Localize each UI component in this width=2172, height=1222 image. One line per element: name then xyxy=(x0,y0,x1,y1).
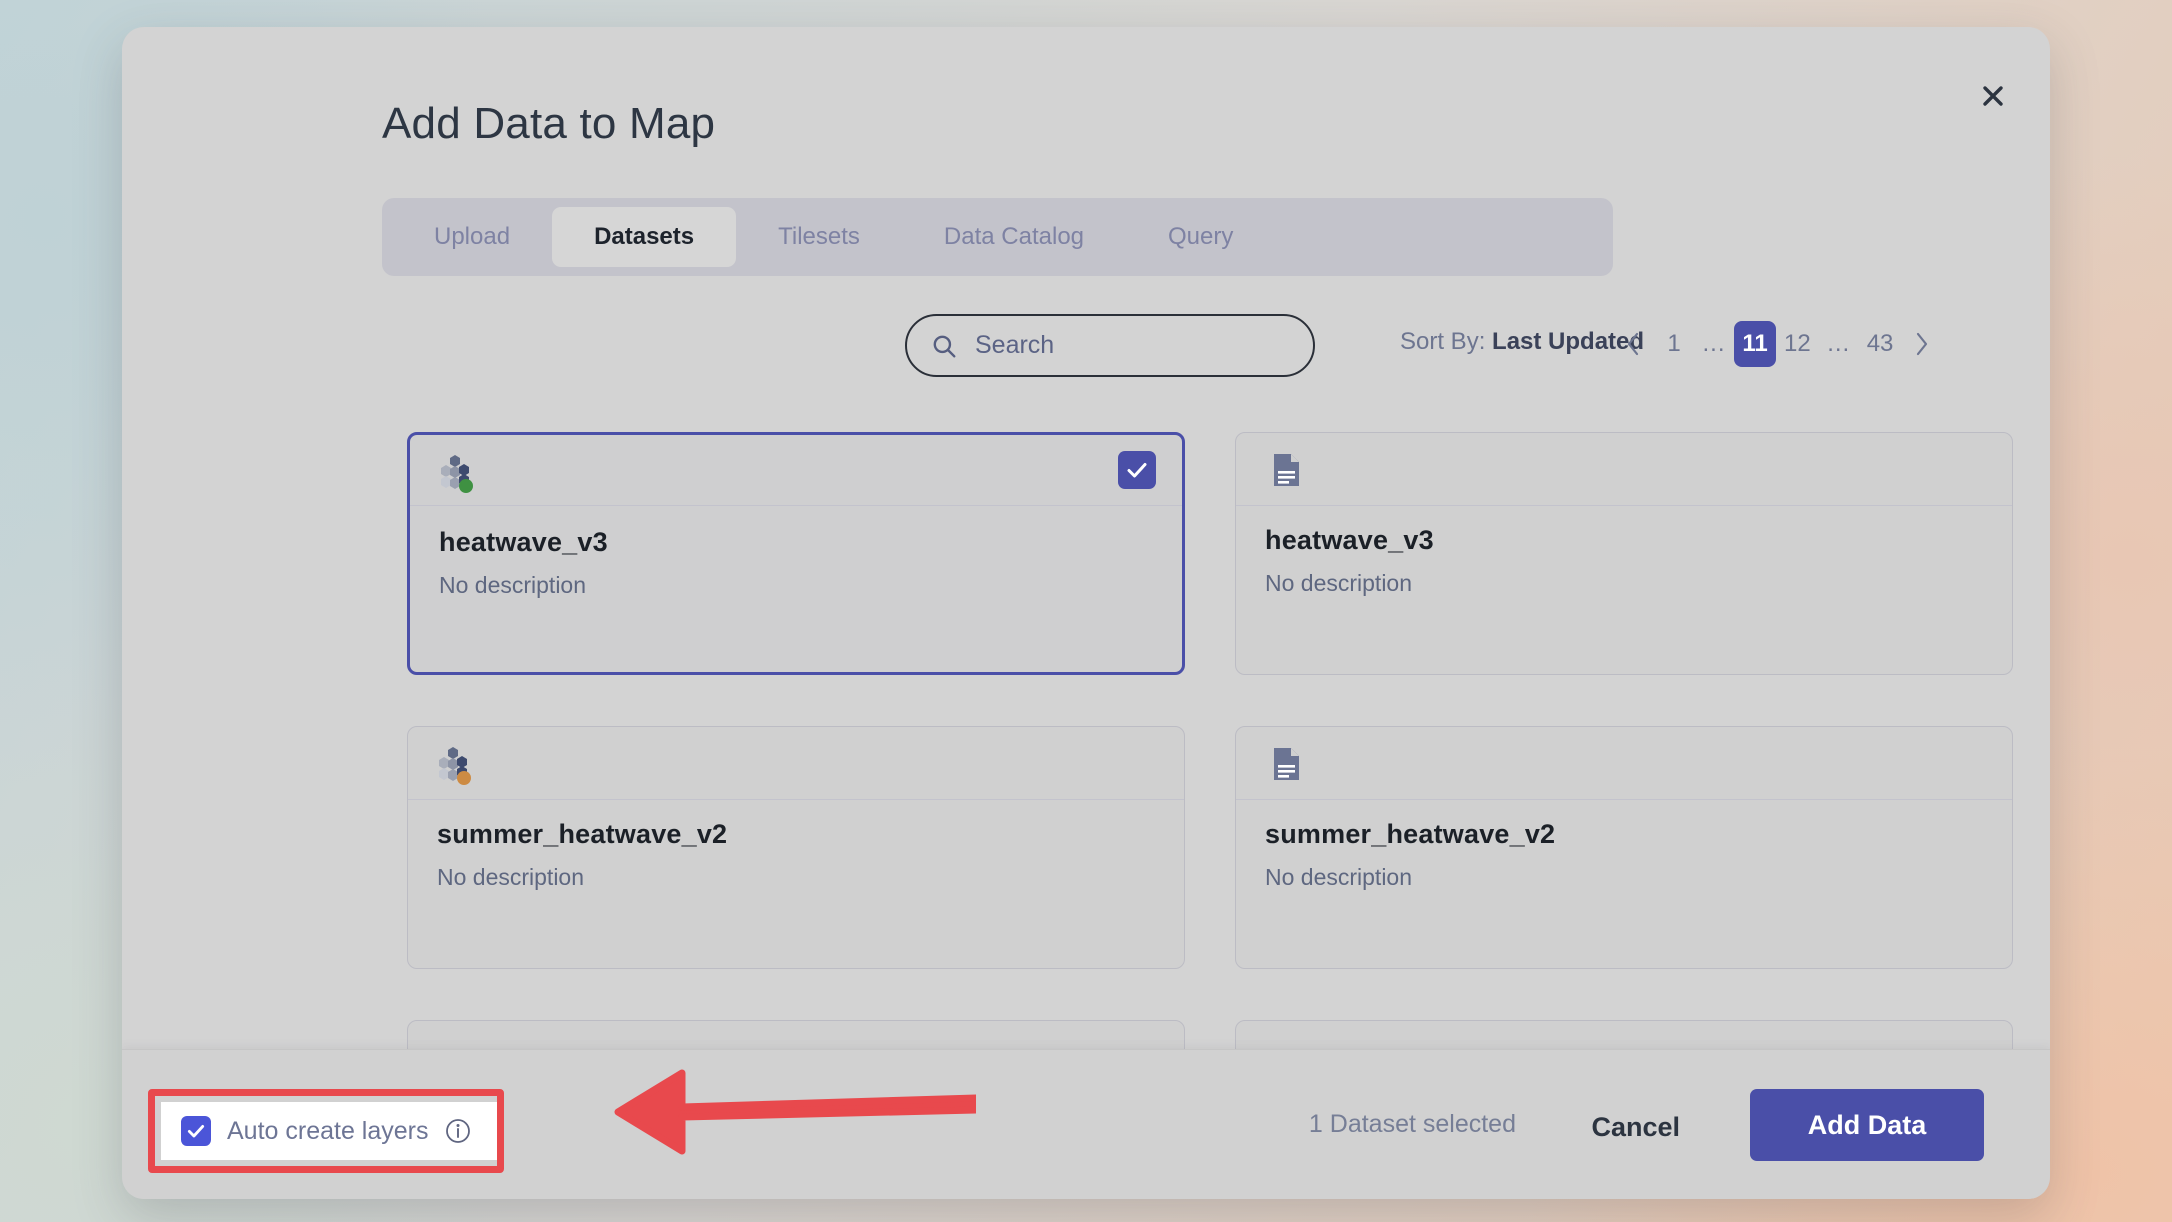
search-box[interactable] xyxy=(905,314,1315,377)
dataset-card[interactable]: heatwave_v3 No description xyxy=(407,432,1185,675)
modal-footer: Auto create layers 1 Dataset selected Ca… xyxy=(122,1049,2050,1199)
dataset-card-description: No description xyxy=(439,572,587,598)
document-icon xyxy=(1264,447,1310,493)
dataset-card-header xyxy=(1236,1021,2012,1052)
dataset-card-checkbox[interactable] xyxy=(1118,451,1156,489)
hexagon-cluster-icon xyxy=(436,741,482,787)
dataset-card-description: No description xyxy=(437,864,585,890)
dataset-grid-row: heatwave_v3 No description heatwave_v3 N… xyxy=(407,432,2013,675)
auto-create-layers-checkbox[interactable] xyxy=(181,1116,211,1146)
add-data-button[interactable]: Add Data xyxy=(1750,1089,1984,1161)
tab-query[interactable]: Query xyxy=(1126,207,1275,267)
sort-by[interactable]: Sort By: Last Updated xyxy=(1400,328,1644,356)
dataset-card-description: No description xyxy=(1265,864,1413,890)
dataset-card[interactable]: heatwave_v3 No description xyxy=(1235,432,2013,675)
document-icon xyxy=(1264,741,1310,787)
tab-tilesets[interactable]: Tilesets xyxy=(736,207,902,267)
dataset-card[interactable]: summer_heatwave_v2 No description xyxy=(1235,726,2013,969)
pagination: 1 ... 11 12 ... 43 xyxy=(1612,318,1943,370)
screen: Add Data to Map Upload Datasets Tilesets… xyxy=(0,0,2172,1222)
auto-create-layers-row[interactable]: Auto create layers xyxy=(161,1102,497,1160)
dataset-card-header xyxy=(1236,727,2012,800)
tab-upload[interactable]: Upload xyxy=(392,207,552,267)
page-1[interactable]: 1 xyxy=(1654,321,1694,367)
dataset-card-header xyxy=(1236,433,2012,506)
tab-datasets[interactable]: Datasets xyxy=(552,207,737,267)
dataset-card[interactable] xyxy=(1235,1020,2013,1052)
dataset-grid: heatwave_v3 No description heatwave_v3 N… xyxy=(407,432,2013,1052)
toolbar: Sort By: Last Updated 1 ... 11 12 ... 43 xyxy=(382,314,2002,380)
search-input[interactable] xyxy=(975,331,1275,360)
dataset-card-title: summer_heatwave_v2 xyxy=(1265,819,1556,849)
dataset-card-header xyxy=(408,727,1184,800)
dataset-grid-row-partial xyxy=(407,1020,2013,1052)
close-icon[interactable] xyxy=(1972,75,2014,117)
info-icon[interactable] xyxy=(445,1118,471,1144)
cancel-button[interactable]: Cancel xyxy=(1585,1102,1686,1153)
dataset-card-title: summer_heatwave_v2 xyxy=(437,819,728,849)
dataset-card[interactable] xyxy=(407,1020,1185,1052)
page-ellipsis-start: ... xyxy=(1702,330,1726,357)
tabstrip: Upload Datasets Tilesets Data Catalog Qu… xyxy=(382,198,1613,276)
dataset-card-header xyxy=(408,1021,1184,1052)
page-title: Add Data to Map xyxy=(382,99,716,148)
page-43[interactable]: 43 xyxy=(1859,321,1902,367)
chevron-right-icon[interactable] xyxy=(1901,321,1943,367)
page-11[interactable]: 11 xyxy=(1734,321,1776,367)
tab-data-catalog[interactable]: Data Catalog xyxy=(902,207,1126,267)
dataset-card-title: heatwave_v3 xyxy=(439,527,608,557)
sort-by-label: Sort By: xyxy=(1400,328,1486,355)
add-data-modal: Add Data to Map Upload Datasets Tilesets… xyxy=(122,27,2050,1199)
auto-create-layers-label: Auto create layers xyxy=(227,1116,429,1145)
dataset-card-description: No description xyxy=(1265,570,1413,596)
dataset-card[interactable]: summer_heatwave_v2 No description xyxy=(407,726,1185,969)
page-ellipsis-end: ... xyxy=(1827,330,1851,357)
dataset-card-title: heatwave_v3 xyxy=(1265,525,1434,555)
dataset-card-header xyxy=(410,435,1182,506)
dataset-grid-row: summer_heatwave_v2 No description summer… xyxy=(407,726,2013,969)
hexagon-cluster-icon xyxy=(438,449,484,495)
selected-count-label: 1 Dataset selected xyxy=(1308,1110,1516,1138)
chevron-left-icon[interactable] xyxy=(1612,321,1654,367)
search-icon xyxy=(931,333,957,359)
page-12[interactable]: 12 xyxy=(1776,321,1819,367)
